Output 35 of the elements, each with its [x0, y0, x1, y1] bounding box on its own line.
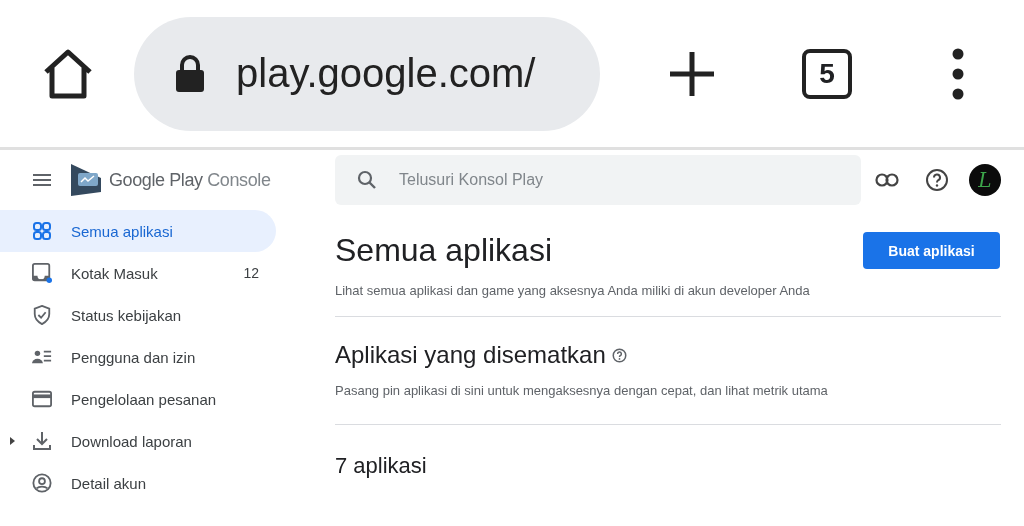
logo-text: Google Play Console [109, 169, 271, 191]
sidebar-item[interactable]: Download laporan [0, 420, 276, 462]
sidebar-item[interactable]: Detail akun [0, 462, 276, 504]
help-icon[interactable] [925, 168, 949, 192]
sidebar-item[interactable]: Status kebijakan [0, 294, 276, 336]
shield-check-icon [32, 305, 52, 325]
download-icon [32, 431, 52, 451]
new-tab-icon[interactable] [668, 49, 716, 98]
link-icon[interactable] [875, 173, 899, 187]
menu-icon[interactable] [952, 47, 964, 100]
expand-arrow-icon[interactable] [10, 437, 15, 445]
search-icon [357, 170, 377, 190]
inbox-icon [32, 263, 52, 283]
section-title: Aplikasi yang disematkan [335, 341, 606, 369]
avatar[interactable]: L [969, 164, 1001, 196]
sidebar-item[interactable]: Kotak Masuk 12 [0, 252, 276, 294]
account-circle-icon [32, 473, 52, 493]
grid-icon [32, 221, 52, 241]
tab-count[interactable]: 5 [802, 48, 852, 99]
section-description: Pasang pin aplikasi di sini untuk mengaksesnya dengan cepat, dan lihat metrik utama [335, 383, 829, 398]
sidebar-item[interactable]: Semua aplikasi [0, 210, 276, 252]
app-count: 7 aplikasi [335, 453, 428, 479]
page-title: Semua aplikasi [335, 232, 552, 269]
address-bar[interactable]: play.google.com/ [134, 16, 600, 131]
home-icon[interactable] [42, 47, 94, 100]
create-app-button[interactable]: Buat aplikasi [863, 232, 1000, 269]
credit-card-icon [32, 389, 52, 409]
menu-icon[interactable] [33, 174, 51, 186]
sidebar-item[interactable]: Pengelolaan pesanan [0, 378, 276, 420]
play-console-logo-icon [71, 164, 101, 196]
help-icon[interactable] [611, 347, 627, 363]
sidebar-item[interactable]: Pengguna dan izin [0, 336, 276, 378]
search-field[interactable]: Telusuri Konsol Play [335, 155, 861, 205]
page-subtitle: Lihat semua aplikasi dan game yang aksesnya Anda miliki di akun developer Anda [335, 283, 811, 298]
lock-icon [174, 53, 206, 94]
